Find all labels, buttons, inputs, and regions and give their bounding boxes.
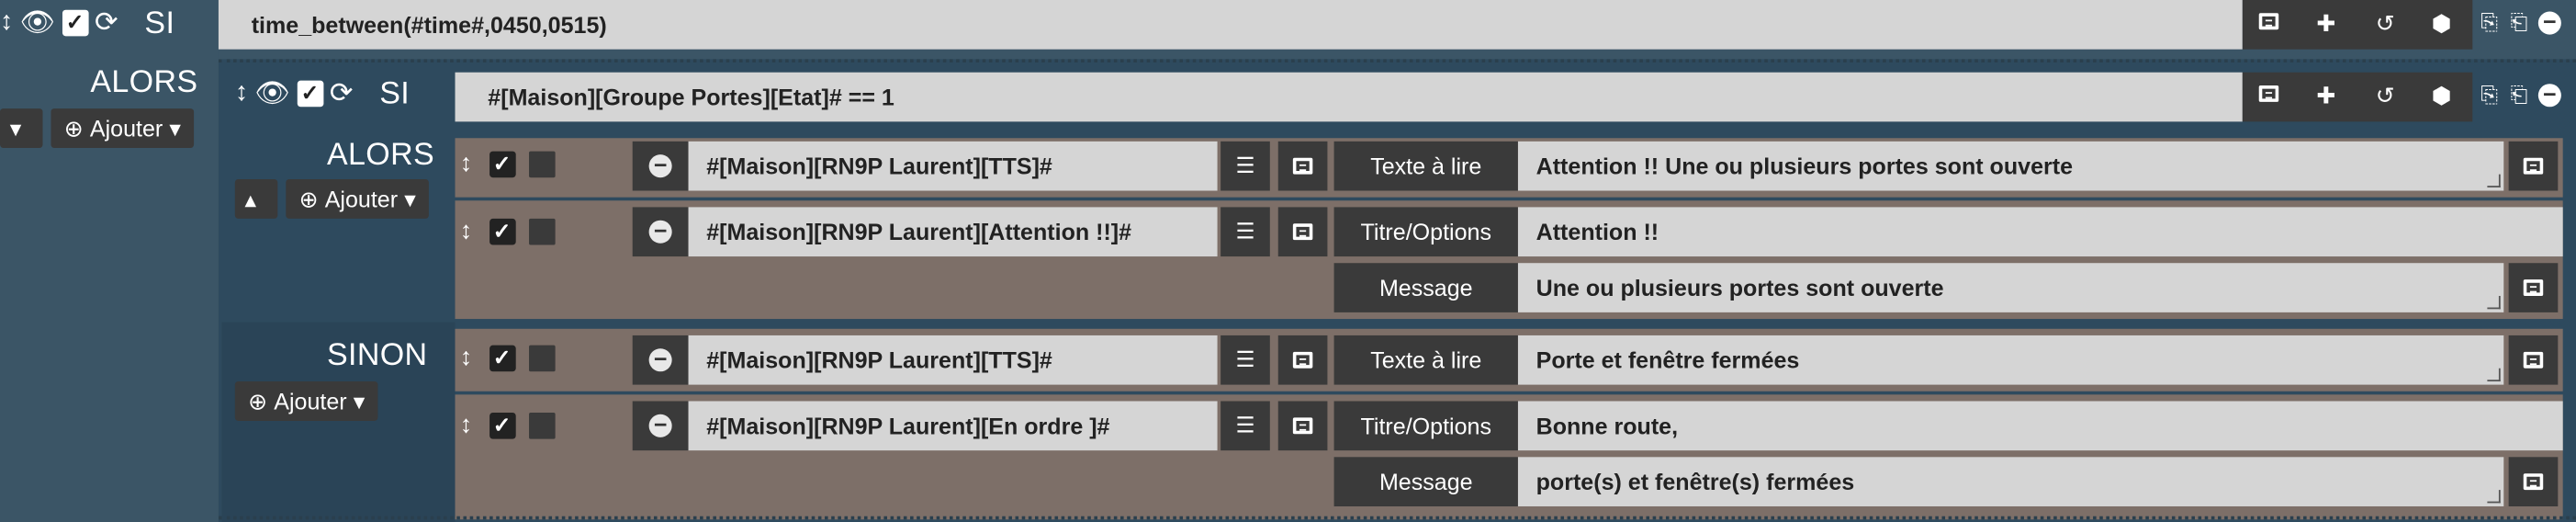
expression-icon[interactable] [2258, 13, 2279, 30]
parallel-checkbox[interactable] [528, 150, 555, 177]
enable-checkbox[interactable]: ✓ [489, 344, 515, 371]
list-icon[interactable] [1277, 141, 1328, 191]
option-label: Texte à lire [1333, 335, 1518, 385]
divider [218, 59, 2576, 62]
list-icon[interactable] [1277, 207, 1328, 257]
checklist-icon[interactable]: ☰ [1221, 207, 1270, 257]
remove-action-button[interactable]: − [632, 141, 689, 191]
chevron-down-icon: ▾ [353, 387, 366, 414]
action-controls: ↕ ✓ [460, 411, 555, 439]
parallel-checkbox[interactable] [528, 218, 555, 244]
chevron-down-icon: ▾ [404, 185, 416, 211]
option-value-input[interactable]: Attention !! Une ou plusieurs portes son… [1517, 141, 2504, 191]
remove-action-button[interactable]: − [632, 207, 689, 257]
outer-si-controls: ↕ 👁 ✓ ⟳ [0, 6, 118, 40]
plus-circle-icon: ⊕ [63, 114, 84, 141]
list-icon[interactable] [2508, 263, 2559, 312]
outer-condition-input[interactable]: time_between(#time#,0450,0515) [218, 0, 2243, 50]
paste-icon[interactable]: ⎗ [2510, 82, 2527, 108]
enable-checkbox[interactable]: ✓ [489, 218, 515, 244]
enable-checkbox[interactable]: ✓ [62, 9, 88, 37]
copy-icon[interactable]: ⎘ [2480, 82, 2498, 108]
outer-ajouter-button[interactable]: ⊕ Ajouter ▾ [51, 108, 195, 149]
option-value-input[interactable]: Porte et fenêtre fermées [1517, 335, 2504, 385]
action-command-input[interactable]: #[Maison][RN9P Laurent][TTS]# [688, 335, 1218, 385]
nested-alors-label: ALORS [326, 138, 435, 173]
drag-handle-icon[interactable]: ↕ [0, 8, 13, 38]
collapse-button[interactable]: ▾ [0, 108, 43, 149]
cube-icon[interactable]: ⬢ [2432, 10, 2452, 38]
eye-icon[interactable]: 👁 [254, 77, 290, 110]
enable-checkbox[interactable]: ✓ [489, 412, 515, 438]
enable-checkbox[interactable]: ✓ [297, 80, 323, 108]
option-label: Titre/Options [1333, 207, 1518, 257]
action-controls: ↕ ✓ [460, 344, 555, 371]
option-label: Message [1333, 263, 1518, 312]
outer-alors-label: ALORS [90, 65, 198, 101]
checklist-icon[interactable]: ☰ [1221, 335, 1270, 385]
expression-icon[interactable] [2258, 85, 2279, 102]
puzzle-icon[interactable]: ✚ [2316, 82, 2335, 109]
chevron-down-icon: ▾ [169, 114, 182, 141]
option-label: Texte à lire [1333, 141, 1518, 191]
parallel-checkbox[interactable] [528, 412, 555, 438]
divider [218, 516, 2576, 520]
eye-icon[interactable]: 👁 [19, 6, 55, 40]
remove-action-button[interactable]: − [632, 335, 689, 385]
remove-icon[interactable]: − [2537, 82, 2561, 108]
refresh-icon[interactable]: ⟳ [330, 77, 353, 110]
sinon-ajouter-button[interactable]: ⊕ Ajouter ▾ [234, 381, 378, 421]
option-label: Message [1333, 457, 1518, 506]
drag-handle-icon[interactable]: ↕ [460, 150, 472, 177]
action-command-input[interactable]: #[Maison][RN9P Laurent][En ordre ]# [688, 401, 1218, 451]
drag-handle-icon[interactable]: ↕ [460, 344, 472, 371]
cube-icon[interactable]: ⬢ [2432, 82, 2452, 109]
puzzle-icon[interactable]: ✚ [2316, 10, 2335, 38]
remove-action-button[interactable]: − [632, 401, 689, 451]
action-command-input[interactable]: #[Maison][RN9P Laurent][Attention !!]# [688, 207, 1218, 257]
history-icon[interactable]: ↺ [2376, 10, 2395, 38]
option-value-input[interactable]: porte(s) et fenêtre(s) fermées [1517, 457, 2504, 506]
list-icon[interactable] [2508, 457, 2559, 506]
copy-icon[interactable]: ⎘ [2480, 10, 2498, 37]
list-icon[interactable] [1277, 401, 1328, 451]
drag-handle-icon[interactable]: ↕ [235, 79, 248, 108]
nested-sinon-label: SINON [326, 338, 428, 374]
refresh-icon[interactable]: ⟳ [95, 6, 118, 40]
history-icon[interactable]: ↺ [2376, 82, 2395, 109]
checklist-icon[interactable]: ☰ [1221, 141, 1270, 191]
list-icon[interactable] [2508, 141, 2559, 191]
nested-condition-input[interactable]: #[Maison][Groupe Portes][Etat]# == 1 [455, 72, 2243, 122]
action-controls: ↕ ✓ [460, 150, 555, 177]
plus-circle-icon: ⊕ [298, 185, 319, 211]
action-command-input[interactable]: #[Maison][RN9P Laurent][TTS]# [688, 141, 1218, 191]
outer-si-label: SI [144, 6, 175, 41]
nested-si-controls: ↕ 👁 ✓ ⟳ [235, 77, 354, 110]
option-value-input[interactable]: Bonne route, [1517, 401, 2563, 451]
plus-circle-icon: ⊕ [248, 387, 268, 414]
list-icon[interactable] [2508, 335, 2559, 385]
list-icon[interactable] [1277, 335, 1328, 385]
collapse-up-button[interactable]: ▴ [234, 178, 278, 219]
alors-ajouter-button[interactable]: ⊕ Ajouter ▾ [286, 178, 430, 219]
drag-handle-icon[interactable]: ↕ [460, 217, 472, 244]
checklist-icon[interactable]: ☰ [1221, 401, 1270, 451]
option-value-input[interactable]: Attention !! [1517, 207, 2563, 257]
nested-si-label: SI [379, 77, 411, 112]
action-controls: ↕ ✓ [460, 217, 555, 245]
parallel-checkbox[interactable] [528, 344, 555, 371]
option-value-input[interactable]: Une ou plusieurs portes sont ouverte [1517, 263, 2504, 312]
enable-checkbox[interactable]: ✓ [489, 150, 515, 177]
remove-icon[interactable]: − [2537, 10, 2561, 35]
paste-icon[interactable]: ⎗ [2510, 10, 2527, 37]
option-label: Titre/Options [1333, 401, 1518, 451]
drag-handle-icon[interactable]: ↕ [460, 411, 472, 438]
